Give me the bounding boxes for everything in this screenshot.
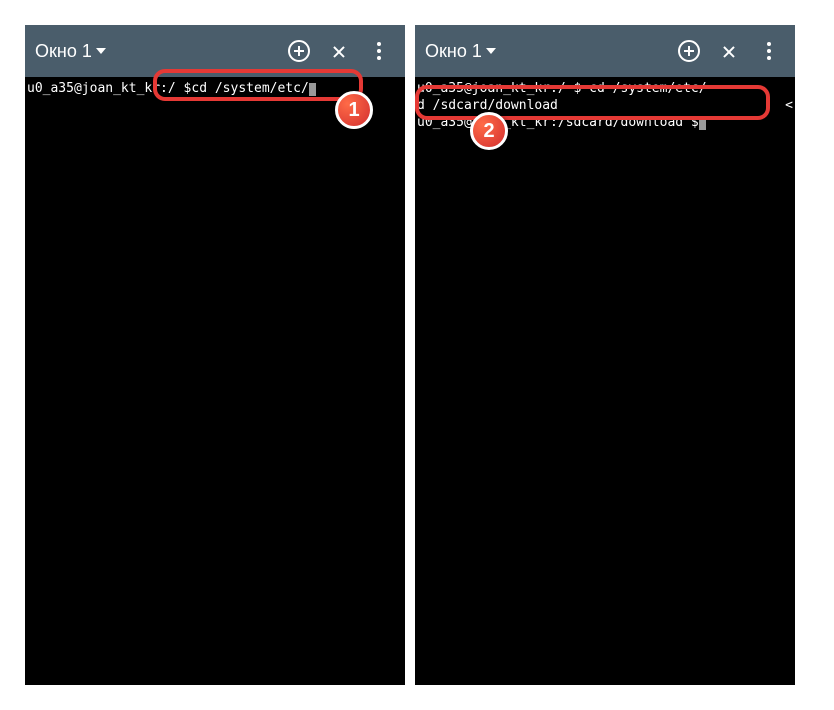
terminal-line-1: u0_a35@joan_kt_kr:/ $ cd /system/etc/ — [417, 81, 793, 98]
terminal-area[interactable]: u0_a35@joan_kt_kr:/ $ cd /system/etc/ 1 — [25, 77, 405, 685]
terminal-line-2: d /sdcard/download < — [417, 98, 793, 115]
phone-screen-right: Окно 1 ✕ u0_a35@joan_kt_kr:/ $ cd /syste… — [415, 25, 795, 685]
kebab-icon — [767, 42, 771, 60]
new-window-button[interactable] — [283, 35, 315, 67]
menu-button[interactable] — [363, 35, 395, 67]
toolbar: Окно 1 ✕ — [415, 25, 795, 77]
plus-circle-icon — [678, 40, 700, 62]
prompt-text: u0_a35@joan_kt_kr:/ $ — [27, 81, 191, 98]
toolbar: Окно 1 ✕ — [25, 25, 405, 77]
dropdown-icon — [96, 48, 106, 54]
cursor — [699, 117, 706, 130]
cursor — [309, 83, 316, 96]
window-title-text: Окно 1 — [35, 41, 92, 62]
close-icon: ✕ — [722, 39, 736, 63]
plus-circle-icon — [288, 40, 310, 62]
window-title-dropdown[interactable]: Окно 1 — [425, 41, 665, 62]
new-window-button[interactable] — [673, 35, 705, 67]
terminal-area[interactable]: u0_a35@joan_kt_kr:/ $ cd /system/etc/ d … — [415, 77, 795, 685]
window-title-dropdown[interactable]: Окно 1 — [35, 41, 275, 62]
kebab-icon — [377, 42, 381, 60]
dropdown-icon — [486, 48, 496, 54]
terminal-line-3: u0_a35@joan_kt_kr:/sdcard/download $ — [417, 115, 793, 132]
command-text: cd /system/etc/ — [191, 81, 308, 98]
menu-button[interactable] — [753, 35, 785, 67]
close-button[interactable]: ✕ — [323, 35, 355, 67]
phone-screen-left: Окно 1 ✕ u0_a35@joan_kt_kr:/ $ cd /syste… — [25, 25, 405, 685]
window-title-text: Окно 1 — [425, 41, 482, 62]
continuation-indicator: < — [785, 98, 793, 115]
terminal-line: u0_a35@joan_kt_kr:/ $ cd /system/etc/ — [27, 81, 403, 98]
close-icon: ✕ — [332, 39, 346, 63]
close-button[interactable]: ✕ — [713, 35, 745, 67]
